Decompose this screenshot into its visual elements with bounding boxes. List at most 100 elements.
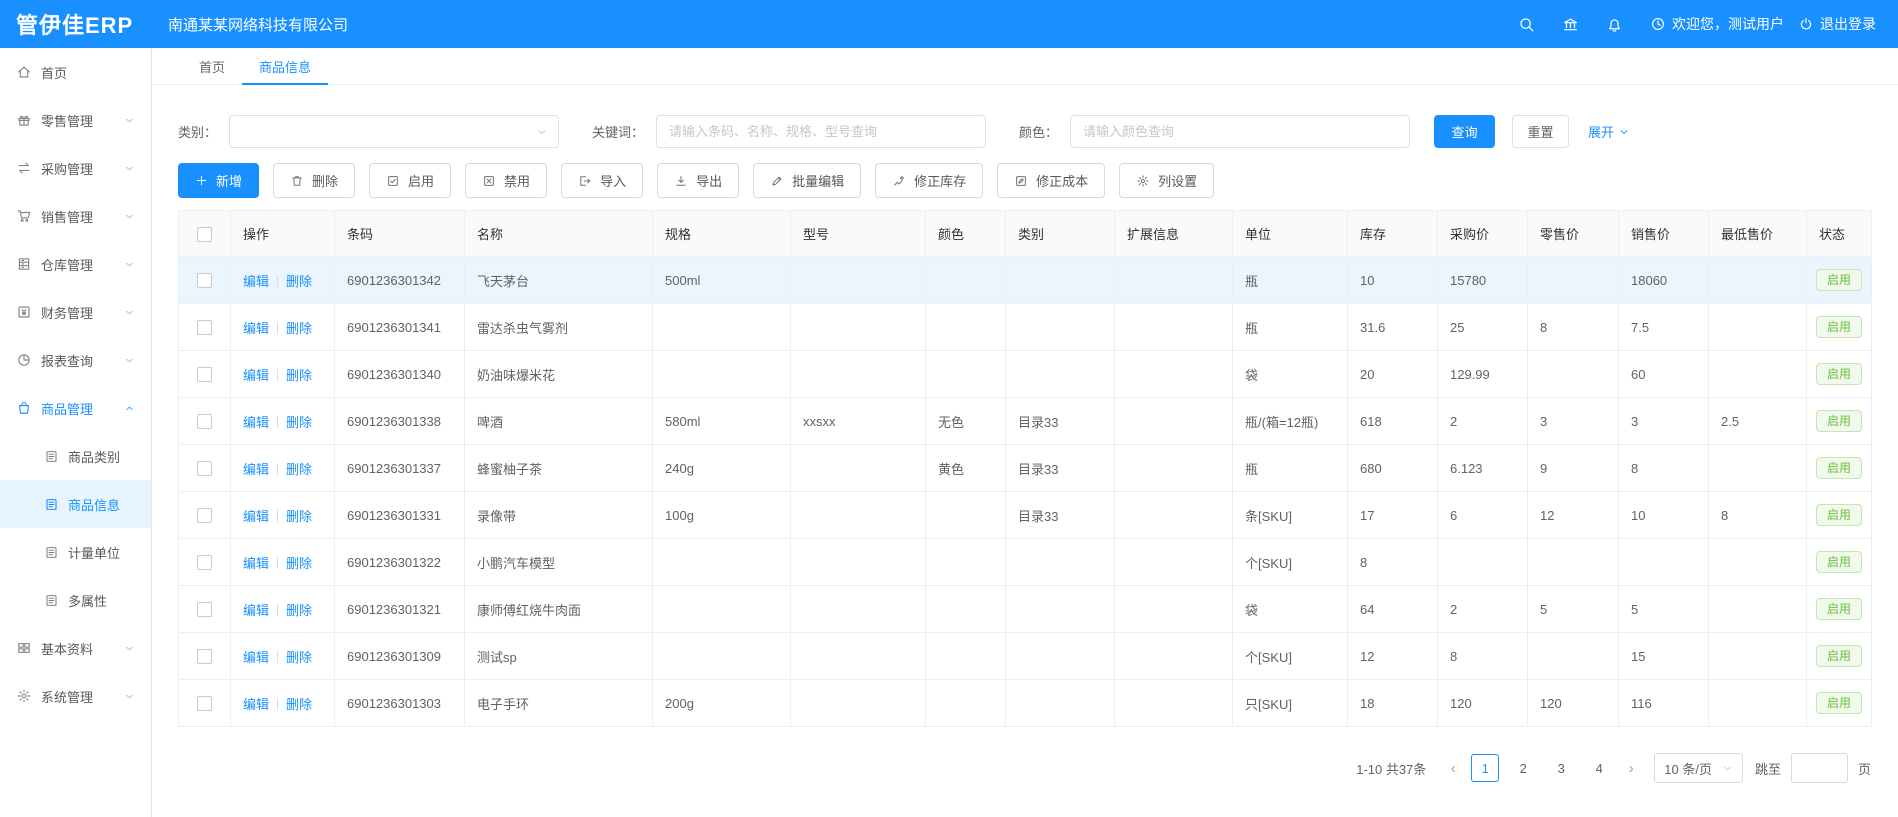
sidebar-item-retail[interactable]: 零售管理	[0, 96, 151, 144]
page-button-4[interactable]: 4	[1585, 754, 1613, 782]
page-button-1[interactable]: 1	[1471, 754, 1499, 782]
sidebar-item-sales[interactable]: 销售管理	[0, 192, 151, 240]
cell-name: 测试sp	[465, 633, 653, 680]
table-row[interactable]: 编辑删除 6901236301331 录像带 100g 目录33 条[SKU] …	[179, 492, 1872, 539]
edit-link[interactable]: 编辑	[243, 509, 269, 524]
table-row[interactable]: 编辑删除 6901236301342 飞天茅台 500ml 瓶 10 15780…	[179, 257, 1872, 304]
row-checkbox[interactable]	[197, 461, 212, 476]
sidebar-item-home[interactable]: 首页	[0, 48, 151, 96]
table-row[interactable]: 编辑删除 6901236301303 电子手环 200g 只[SKU] 18 1…	[179, 680, 1872, 727]
row-checkbox[interactable]	[197, 649, 212, 664]
fix-cost-button[interactable]: 修正成本	[997, 163, 1105, 198]
sidebar-item-goods[interactable]: 商品管理	[0, 384, 151, 432]
col-spec: 规格	[653, 211, 791, 257]
add-button[interactable]: 新增	[178, 163, 259, 198]
table-row[interactable]: 编辑删除 6901236301337 蜂蜜柚子茶 240g 黄色 目录33 瓶 …	[179, 445, 1872, 492]
sidebar-item-warehouse[interactable]: 仓库管理	[0, 240, 151, 288]
delete-link[interactable]: 删除	[286, 650, 312, 665]
jump-page-input[interactable]	[1791, 753, 1848, 783]
sidebar-item-finance[interactable]: 财务管理	[0, 288, 151, 336]
tab-goods-info[interactable]: 商品信息	[242, 48, 328, 84]
disable-button[interactable]: 禁用	[465, 163, 547, 198]
color-input[interactable]	[1070, 115, 1410, 148]
edit-link[interactable]: 编辑	[243, 556, 269, 571]
sidebar-item-multi-attr[interactable]: 多属性	[0, 576, 151, 624]
expand-link[interactable]: 展开	[1588, 122, 1630, 141]
delete-link[interactable]: 删除	[286, 321, 312, 336]
delete-button[interactable]: 删除	[273, 163, 355, 198]
sidebar-item-goods-category[interactable]: 商品类别	[0, 432, 151, 480]
edit-link[interactable]: 编辑	[243, 274, 269, 289]
row-checkbox[interactable]	[197, 320, 212, 335]
enable-button[interactable]: 启用	[369, 163, 451, 198]
edit-link[interactable]: 编辑	[243, 650, 269, 665]
sidebar-item-units[interactable]: 计量单位	[0, 528, 151, 576]
edit-link[interactable]: 编辑	[243, 321, 269, 336]
sidebar-item-system[interactable]: 系统管理	[0, 672, 151, 720]
table-row[interactable]: 编辑删除 6901236301322 小鹏汽车模型 个[SKU] 8 启用	[179, 539, 1872, 586]
delete-link[interactable]: 删除	[286, 415, 312, 430]
table-row[interactable]: 编辑删除 6901236301309 测试sp 个[SKU] 12 8 15 启…	[179, 633, 1872, 680]
fix-stock-button[interactable]: 修正库存	[875, 163, 983, 198]
edit-link[interactable]: 编辑	[243, 415, 269, 430]
delete-link[interactable]: 删除	[286, 509, 312, 524]
table-row[interactable]: 编辑删除 6901236301338 啤酒 580ml xxsxx 无色 目录3…	[179, 398, 1872, 445]
bell-icon[interactable]	[1592, 0, 1636, 48]
cell-unit: 瓶	[1233, 445, 1348, 492]
cell-min-price	[1709, 257, 1807, 304]
cell-barcode: 6901236301337	[335, 445, 465, 492]
search-button[interactable]: 查询	[1434, 115, 1495, 148]
delete-link[interactable]: 删除	[286, 368, 312, 383]
gift-icon	[16, 112, 32, 128]
import-button[interactable]: 导入	[561, 163, 643, 198]
row-checkbox[interactable]	[197, 414, 212, 429]
trash-icon	[290, 174, 304, 188]
delete-link[interactable]: 删除	[286, 697, 312, 712]
reset-button[interactable]: 重置	[1512, 115, 1569, 148]
row-checkbox[interactable]	[197, 367, 212, 382]
row-checkbox[interactable]	[197, 696, 212, 711]
row-checkbox[interactable]	[197, 602, 212, 617]
tab-home[interactable]: 首页	[182, 48, 242, 84]
home-icon	[16, 64, 32, 80]
edit-link[interactable]: 编辑	[243, 462, 269, 477]
category-select[interactable]	[229, 115, 559, 148]
bank-icon[interactable]	[1548, 0, 1592, 48]
delete-link[interactable]: 删除	[286, 462, 312, 477]
table-row[interactable]: 编辑删除 6901236301340 奶油味爆米花 袋 20 129.99 60…	[179, 351, 1872, 398]
export-button[interactable]: 导出	[657, 163, 739, 198]
delete-link[interactable]: 删除	[286, 603, 312, 618]
delete-link[interactable]: 删除	[286, 556, 312, 571]
delete-link[interactable]: 删除	[286, 274, 312, 289]
cell-unit: 袋	[1233, 586, 1348, 633]
batch-edit-button[interactable]: 批量编辑	[753, 163, 861, 198]
sidebar-item-reports[interactable]: 报表查询	[0, 336, 151, 384]
cell-spec: 240g	[653, 445, 791, 492]
page-button-2[interactable]: 2	[1509, 754, 1537, 782]
table-row[interactable]: 编辑删除 6901236301321 康师傅红烧牛肉面 袋 64 2 5 5 启…	[179, 586, 1872, 633]
select-all-checkbox[interactable]	[197, 227, 212, 242]
page-size-select[interactable]: 10 条/页	[1654, 753, 1743, 783]
grid-icon	[16, 640, 32, 656]
sidebar-item-purchase[interactable]: 采购管理	[0, 144, 151, 192]
logout-button[interactable]: 退出登录	[1798, 14, 1876, 34]
edit-link[interactable]: 编辑	[243, 603, 269, 618]
next-page-button[interactable]: ›	[1618, 754, 1644, 782]
keyword-input[interactable]	[656, 115, 986, 148]
search-icon[interactable]	[1504, 0, 1548, 48]
welcome-user[interactable]: 欢迎您，测试用户	[1650, 14, 1784, 34]
cell-unit: 条[SKU]	[1233, 492, 1348, 539]
edit-link[interactable]: 编辑	[243, 697, 269, 712]
sidebar-item-goods-info[interactable]: 商品信息	[0, 480, 151, 528]
row-checkbox[interactable]	[197, 273, 212, 288]
edit-link[interactable]: 编辑	[243, 368, 269, 383]
table-row[interactable]: 编辑删除 6901236301341 雷达杀虫气雾剂 瓶 31.6 25 8 7…	[179, 304, 1872, 351]
column-settings-button[interactable]: 列设置	[1119, 163, 1214, 198]
sidebar-item-base-data[interactable]: 基本资料	[0, 624, 151, 672]
row-checkbox[interactable]	[197, 555, 212, 570]
prev-page-button[interactable]: ‹	[1440, 754, 1466, 782]
chevron-down-icon	[124, 307, 135, 318]
finance-icon	[16, 304, 32, 320]
row-checkbox[interactable]	[197, 508, 212, 523]
page-button-3[interactable]: 3	[1547, 754, 1575, 782]
